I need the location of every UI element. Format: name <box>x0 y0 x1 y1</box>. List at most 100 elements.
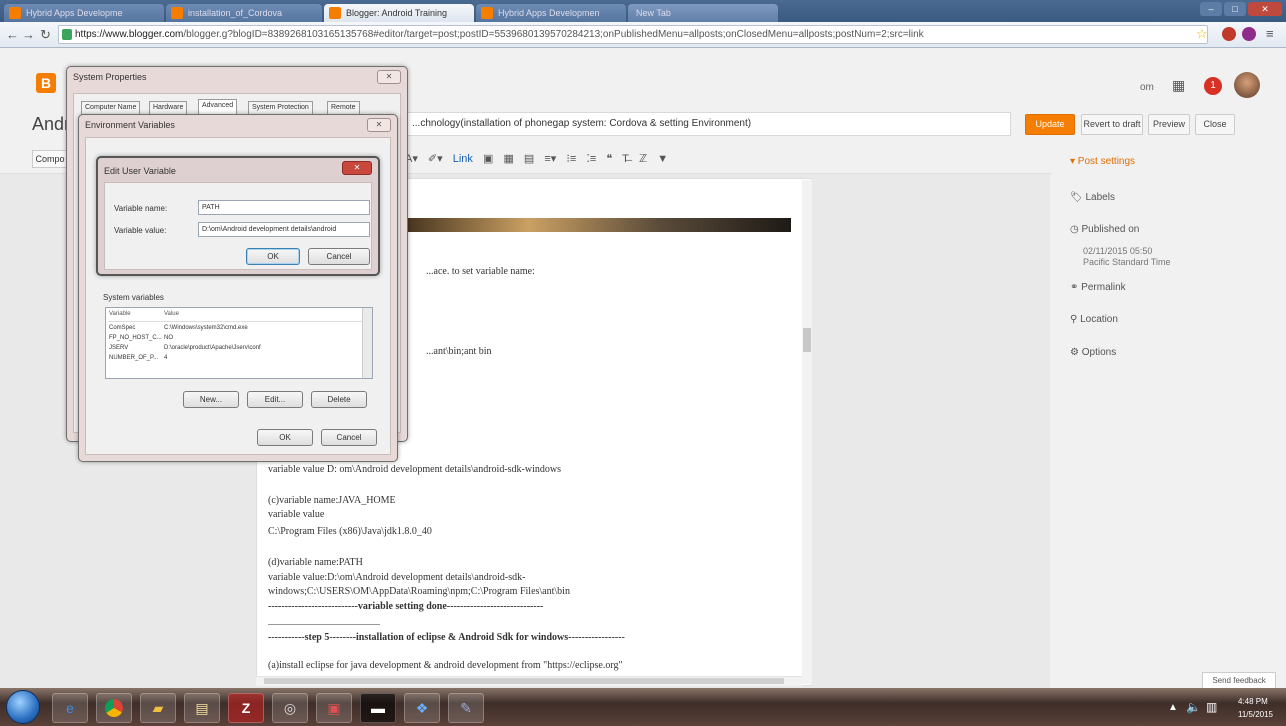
quote-icon[interactable]: ❝ <box>606 153 612 165</box>
clock-date[interactable]: 11/5/2015 <box>1238 710 1273 719</box>
internet-explorer-icon[interactable]: e <box>52 693 88 723</box>
align-tool[interactable]: ≡▾ <box>544 153 556 165</box>
window-controls: – □ ✕ <box>1200 2 1282 16</box>
location-item[interactable]: ⚲ Location <box>1070 314 1118 325</box>
vector-icon[interactable]: ✎ <box>448 693 484 723</box>
browser-tab-active[interactable]: Blogger: Android Training <box>324 4 474 22</box>
close-icon[interactable]: ✕ <box>342 161 372 175</box>
apps-grid-icon[interactable]: ▦ <box>1172 77 1185 94</box>
bullet-list-icon[interactable]: ⁚≡ <box>586 153 596 165</box>
network-icon[interactable]: ▥ <box>1206 700 1217 714</box>
list-item[interactable]: NUMBER_OF_P... <box>109 355 158 361</box>
menu-icon[interactable]: ≡ <box>1266 26 1274 41</box>
url-input[interactable]: https://www.blogger.com/blogger.g?blogID… <box>58 25 1208 44</box>
browser-tab[interactable]: New Tab <box>628 4 778 22</box>
link-icon: ⚭ <box>1070 282 1082 293</box>
list-item-value[interactable]: 4 <box>164 355 167 361</box>
reload-icon[interactable]: ↻ <box>40 27 51 43</box>
cmd-icon[interactable]: ▬ <box>360 693 396 723</box>
hscrollbar-thumb[interactable] <box>264 678 784 684</box>
extension-icon[interactable] <box>1222 27 1236 41</box>
tab-advanced[interactable]: Advanced <box>198 99 238 115</box>
browser-tab[interactable]: Hybrid Apps Developmen <box>476 4 626 22</box>
numbered-list-icon[interactable]: ⁝≡ <box>566 153 576 165</box>
cancel-button[interactable]: Cancel <box>321 429 377 446</box>
tab-hardware[interactable]: Hardware <box>149 101 188 115</box>
volume-icon[interactable]: 🔈 <box>1186 700 1201 714</box>
new-button[interactable]: New... <box>183 391 239 408</box>
revert-to-draft-button[interactable]: Revert to draft <box>1081 114 1143 135</box>
highlight-tool[interactable]: ✐▾ <box>428 153 443 165</box>
scrollbar-thumb[interactable] <box>803 328 811 352</box>
post-settings-heading[interactable]: ▾ Post settings <box>1070 156 1135 167</box>
avatar[interactable] <box>1234 72 1260 98</box>
preview-button[interactable]: Preview <box>1148 114 1190 135</box>
variable-value-field[interactable]: D:\om\Android development details\androi… <box>198 222 370 237</box>
close-window-button[interactable]: ✕ <box>1248 2 1282 16</box>
user-name[interactable]: om <box>1140 82 1154 93</box>
notification-badge[interactable]: 1 <box>1204 77 1222 95</box>
close-icon[interactable]: ✕ <box>377 70 401 84</box>
browser-tab[interactable]: installation_of_Cordova <box>166 4 322 22</box>
jump-break-icon[interactable]: ▤ <box>524 153 534 165</box>
extension-icon[interactable] <box>1242 27 1256 41</box>
cancel-button[interactable]: Cancel <box>308 248 370 265</box>
system-variables-list[interactable]: Variable Value ComSpec C:\Windows\system… <box>105 307 373 379</box>
insert-image-icon[interactable]: ▣ <box>483 153 493 165</box>
clock-icon: ◷ <box>1070 224 1082 235</box>
delete-button[interactable]: Delete <box>311 391 367 408</box>
editor-icon[interactable]: ▣ <box>316 693 352 723</box>
app-icon[interactable]: ◎ <box>272 693 308 723</box>
filezilla-icon[interactable]: Z <box>228 693 264 723</box>
start-button[interactable] <box>6 690 40 724</box>
input-tools-icon[interactable]: ℤ <box>639 153 647 165</box>
published-on-item[interactable]: ◷ Published on <box>1070 224 1139 235</box>
labels-item[interactable]: 🏷 Labels <box>1070 192 1115 203</box>
photos-icon[interactable]: ❖ <box>404 693 440 723</box>
options-item[interactable]: ⚙ Options <box>1070 347 1116 358</box>
folder-icon[interactable]: ▰ <box>140 693 176 723</box>
explorer-icon[interactable]: ▤ <box>184 693 220 723</box>
editor-scrollbar[interactable] <box>802 180 812 684</box>
list-item-value[interactable]: C:\Windows\system32\cmd.exe <box>164 325 248 331</box>
post-title-input[interactable]: ...chnology(installation of phonegap sys… <box>405 112 1011 136</box>
chrome-icon[interactable] <box>96 693 132 723</box>
remove-format-icon[interactable]: T̶ <box>622 153 629 165</box>
browser-tab[interactable]: Hybrid Apps Developme <box>4 4 164 22</box>
insert-video-icon[interactable]: ▦ <box>503 153 513 165</box>
maximize-button[interactable]: □ <box>1224 2 1246 16</box>
variable-name-field[interactable]: PATH <box>198 200 370 215</box>
clock-time[interactable]: 4:48 PM <box>1238 697 1268 706</box>
more-tools-icon[interactable]: ▼ <box>657 153 668 165</box>
list-item[interactable]: ComSpec <box>109 325 135 331</box>
back-icon[interactable]: ← <box>6 27 19 42</box>
close-icon[interactable]: ✕ <box>367 118 391 132</box>
update-button[interactable]: Update <box>1025 114 1075 135</box>
close-button[interactable]: Close <box>1195 114 1235 135</box>
column-header-variable[interactable]: Variable <box>109 311 131 317</box>
list-scrollbar[interactable] <box>362 308 372 378</box>
blogger-logo[interactable]: B <box>36 73 56 93</box>
link-tool[interactable]: Link <box>453 153 473 165</box>
permalink-item[interactable]: ⚭ Permalink <box>1070 282 1126 293</box>
forward-icon[interactable]: → <box>22 27 35 42</box>
tab-computer-name[interactable]: Computer Name <box>81 101 141 115</box>
list-item-value[interactable]: D:\oracle\product\Apache\Jserv\conf <box>164 345 261 351</box>
formatting-tools: A▾ ✐▾ Link ▣ ▦ ▤ ≡▾ ⁝≡ ⁚≡ ❝ T̶ ℤ ▼ <box>405 152 675 165</box>
minimize-button[interactable]: – <box>1200 2 1222 16</box>
system-variables-label: System variables <box>103 293 164 302</box>
ok-button[interactable]: OK <box>257 429 313 446</box>
tab-label: installation_of_Cordova <box>188 8 283 18</box>
tab-system-protection[interactable]: System Protection <box>248 101 313 115</box>
ok-button[interactable]: OK <box>246 248 300 265</box>
show-hidden-icons[interactable]: ▲ <box>1168 702 1178 713</box>
tab-remote[interactable]: Remote <box>327 101 360 115</box>
list-item-value[interactable]: NO <box>164 335 173 341</box>
bookmark-star-icon[interactable]: ☆ <box>1196 26 1208 42</box>
list-item[interactable]: FP_NO_HOST_C... <box>109 335 162 341</box>
edit-button[interactable]: Edit... <box>247 391 303 408</box>
editor-line: variable value:D:\om\Android development… <box>268 572 526 583</box>
column-header-value[interactable]: Value <box>164 311 179 317</box>
compose-tab[interactable]: Compo <box>32 150 68 168</box>
list-item[interactable]: JSERV <box>109 345 128 351</box>
